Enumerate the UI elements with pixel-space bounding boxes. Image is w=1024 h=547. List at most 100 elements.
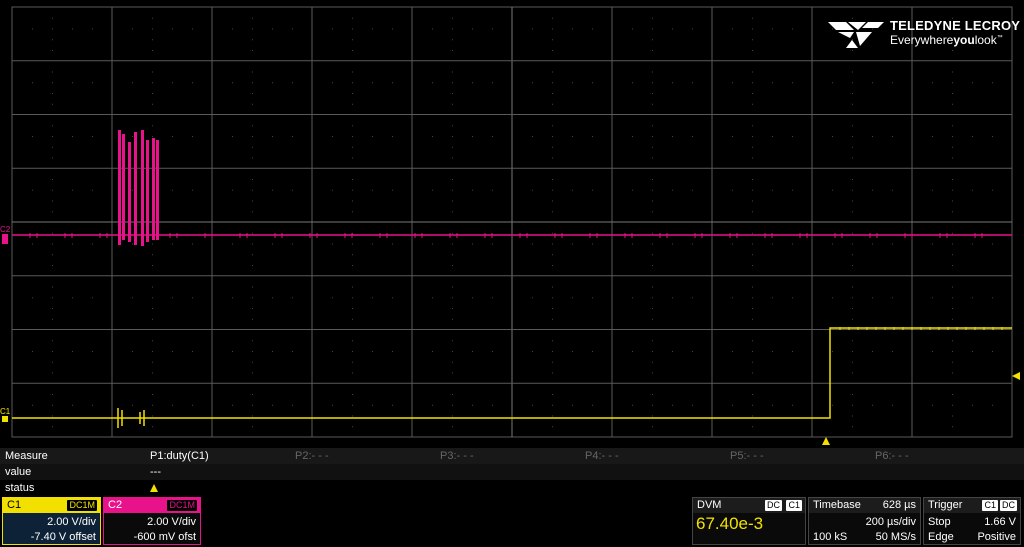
graticule-dot — [172, 28, 173, 30]
graticule-dot — [992, 404, 993, 406]
graticule-dot — [692, 189, 693, 191]
graticule-dot — [552, 103, 553, 105]
graticule-dot — [952, 82, 953, 84]
graticule-dot — [152, 415, 153, 417]
graticule-dot — [632, 351, 633, 352]
graticule-dot — [252, 189, 253, 191]
graticule-dot — [852, 157, 853, 159]
graticule-dot — [872, 297, 873, 299]
graticule-dot — [52, 394, 53, 395]
graticule-dot — [652, 254, 653, 256]
graticule-dot — [372, 404, 373, 406]
graticule-dot — [632, 297, 633, 299]
graticule-dot — [92, 28, 93, 30]
graticule-dot — [852, 308, 853, 309]
graticule-dot — [952, 50, 953, 51]
graticule-dot — [772, 189, 773, 191]
graticule-dot — [992, 243, 993, 245]
graticule-dot — [632, 189, 633, 191]
measure-param-p2[interactable]: P2:- - - — [295, 450, 329, 462]
graticule-dot — [852, 146, 853, 148]
graticule-dot — [452, 404, 453, 406]
warning-icon — [150, 484, 158, 492]
graticule-dot — [552, 146, 553, 148]
graticule-dot — [652, 308, 653, 309]
graticule-dot — [652, 71, 653, 73]
graticule-dot — [752, 426, 753, 428]
graticule-dot — [572, 351, 573, 352]
graticule-dot — [592, 351, 593, 352]
graticule-dot — [952, 286, 953, 288]
graticule-dot — [252, 415, 253, 417]
measure-table[interactable]: Measure P1:duty(C1) P2:- - - P3:- - - P4… — [0, 448, 1024, 496]
measure-param-p3[interactable]: P3:- - - — [440, 450, 474, 462]
graticule-dot — [92, 297, 93, 299]
graticule-dot — [492, 404, 493, 406]
graticule-dot — [752, 351, 753, 352]
graticule-dot — [572, 136, 573, 137]
graticule-dot — [72, 28, 73, 30]
graticule-dot — [552, 265, 553, 266]
trigger-descriptor-box[interactable]: Trigger C1 DC Stop 1.66 V Edge Positive — [923, 497, 1021, 545]
graticule-dot — [672, 28, 673, 30]
graticule-dot — [652, 243, 653, 245]
graticule-dot — [552, 125, 553, 127]
graticule-dot — [592, 136, 593, 137]
c2-burst-pulse — [122, 134, 125, 240]
measure-param-p1[interactable]: P1:duty(C1) — [150, 450, 209, 462]
graticule-dot — [252, 17, 253, 19]
graticule-dot — [252, 394, 253, 395]
measure-value-row: value --- — [0, 464, 1024, 480]
graticule-dot — [352, 254, 353, 256]
graticule-dot — [92, 189, 93, 191]
graticule-dot — [272, 28, 273, 30]
c2-burst-pulse — [118, 130, 121, 245]
graticule-dot — [772, 404, 773, 406]
measure-value-label: value — [5, 466, 32, 478]
c2-descriptor-header: C2 DC1M — [104, 498, 200, 513]
graticule-dot — [372, 189, 373, 191]
measure-param-p4[interactable]: P4:- - - — [585, 450, 619, 462]
brand-name: TELEDYNE LECROY — [890, 18, 1021, 33]
graticule-dot — [192, 82, 193, 84]
graticule-dot — [652, 394, 653, 395]
waveform-display[interactable]: C2 C1 — [0, 0, 1024, 447]
graticule-dot — [392, 82, 393, 84]
graticule-dot — [752, 39, 753, 41]
graticule-dot — [332, 28, 333, 30]
graticule-dot — [152, 243, 153, 245]
c2-descriptor-box[interactable]: C2 DC1M 2.00 V/div -600 mV ofst — [103, 497, 201, 545]
graticule-dot — [272, 297, 273, 299]
graticule-dot — [452, 189, 453, 191]
graticule-dot — [152, 28, 153, 30]
graticule-dot — [292, 243, 293, 245]
graticule-dot — [732, 404, 733, 406]
graticule-dot — [252, 200, 253, 202]
graticule-dot — [152, 372, 153, 374]
graticule-dot — [432, 243, 433, 245]
graticule-dot — [272, 351, 273, 352]
graticule-dot — [232, 404, 233, 406]
graticule-dot — [452, 103, 453, 105]
graticule-dot — [952, 189, 953, 191]
timebase-descriptor-box[interactable]: Timebase 628 µs 200 µs/div 100 kS 50 MS/… — [808, 497, 921, 545]
graticule-dot — [852, 254, 853, 256]
graticule-dot — [352, 426, 353, 428]
c1-descriptor-box[interactable]: C1 DC1M 2.00 V/div -7.40 V offset — [2, 497, 101, 545]
graticule-dot — [952, 394, 953, 395]
dvm-descriptor-box[interactable]: DVM DC C1 67.40e-3 — [692, 497, 806, 545]
graticule-dot — [792, 297, 793, 299]
graticule-dot — [552, 93, 553, 94]
graticule-dot — [52, 265, 53, 266]
graticule-dot — [52, 71, 53, 73]
graticule-dot — [572, 28, 573, 30]
graticule-dot — [552, 28, 553, 30]
graticule-dot — [752, 157, 753, 159]
graticule-dot — [652, 200, 653, 202]
measure-param-p6[interactable]: P6:- - - — [875, 450, 909, 462]
graticule-dot — [292, 189, 293, 191]
graticule-dot — [772, 136, 773, 137]
graticule-dot — [652, 189, 653, 191]
graticule-dot — [652, 361, 653, 363]
measure-param-p5[interactable]: P5:- - - — [730, 450, 764, 462]
